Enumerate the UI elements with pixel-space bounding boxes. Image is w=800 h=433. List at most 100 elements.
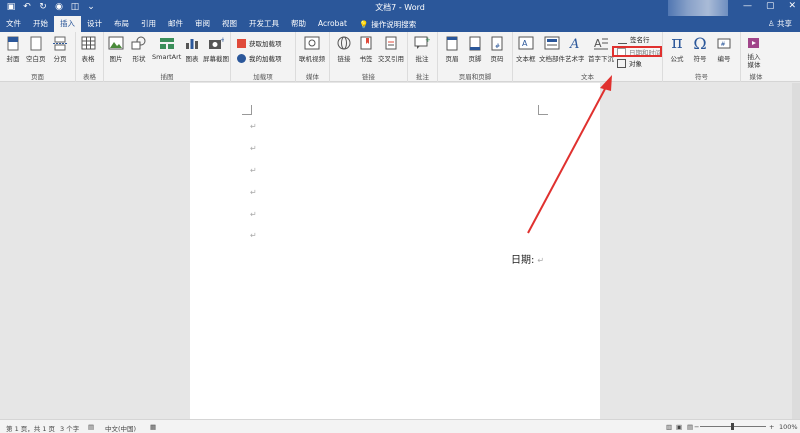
bookmark-button[interactable]: 书签 [358, 35, 374, 63]
page-number-icon: # [489, 35, 505, 51]
tab-help[interactable]: 帮助 [285, 16, 312, 32]
cover-page-icon [5, 35, 21, 51]
lightbulb-icon: 💡 [358, 19, 369, 29]
group-tables: 表格 表格 [76, 32, 104, 82]
pi-icon: π [671, 33, 683, 53]
group-links: 链接 书签 交叉引用 链接 [330, 32, 408, 82]
svg-text:#: # [495, 43, 500, 50]
tab-home[interactable]: 开始 [27, 16, 54, 32]
dropcap-icon: A [593, 35, 609, 51]
account-avatar[interactable] [668, 0, 728, 16]
share-label: 共享 [777, 19, 792, 28]
zoom-in-icon[interactable]: + [769, 423, 774, 431]
chart-button[interactable]: 图表 [184, 35, 200, 63]
object-icon [617, 58, 626, 68]
tab-insert[interactable]: 插入 [54, 16, 81, 32]
group-addins: 获取加载项 我的加载项 加载项 [231, 32, 296, 82]
textbox-icon: A [518, 35, 534, 51]
object-button[interactable]: 对象 [617, 58, 642, 68]
blank-page-icon [28, 35, 44, 51]
wordart-button[interactable]: A 艺术字 [565, 35, 585, 63]
tell-me-search[interactable]: 💡 操作说明搜索 [353, 16, 416, 32]
tab-references[interactable]: 引用 [135, 16, 162, 32]
header-button[interactable]: 页眉 [444, 35, 460, 63]
restore-icon[interactable]: ▢ [766, 1, 775, 11]
cross-reference-button[interactable]: 交叉引用 [378, 35, 404, 63]
document-workspace: ↵ ↵ ↵ ↵ ↵ ↵ 日期: ↵ [0, 83, 800, 419]
ribbon-tabs: 文件 开始 插入 设计 布局 引用 邮件 审阅 视图 开发工具 帮助 Acrob… [0, 16, 800, 32]
paragraph-mark: ↵ [250, 231, 257, 240]
quick-parts-icon [544, 35, 560, 51]
tab-file[interactable]: 文件 [0, 16, 27, 32]
picture-button[interactable]: 图片 [108, 35, 124, 63]
ribbon-insert: 封面 空白页 分页 页面 表格 表格 图片 形状 SmartArt 图表 + 屏… [0, 32, 800, 82]
blank-page-button[interactable]: 空白页 [26, 35, 46, 63]
shapes-button[interactable]: 形状 [131, 35, 147, 63]
addins-icon [237, 53, 246, 63]
word-count[interactable]: 3 个字 [60, 423, 79, 433]
smartart-button[interactable]: SmartArt [152, 35, 181, 61]
web-layout-icon[interactable]: ▤ [687, 423, 693, 431]
person-icon: ♙ [767, 19, 775, 28]
crop-mark-top-right [538, 105, 548, 115]
proofing-icon[interactable]: ▤ [88, 423, 94, 431]
tab-mailings[interactable]: 邮件 [162, 16, 189, 32]
tab-developer[interactable]: 开发工具 [243, 16, 285, 32]
language-indicator[interactable]: 中文(中国) [105, 423, 136, 433]
quick-parts-button[interactable]: 文档部件 [539, 35, 565, 63]
tab-acrobat[interactable]: Acrobat [312, 16, 353, 32]
get-addins-button[interactable]: 获取加载项 [237, 38, 282, 48]
link-button[interactable]: 链接 [336, 35, 352, 63]
table-button[interactable]: 表格 [80, 35, 96, 63]
svg-text:+: + [425, 36, 430, 44]
online-video-button[interactable]: 联机视频 [299, 35, 325, 63]
document-page[interactable]: ↵ ↵ ↵ ↵ ↵ ↵ 日期: ↵ [190, 83, 600, 419]
textbox-button[interactable]: A 文本框 [516, 35, 536, 63]
equation-button[interactable]: π 公式 [669, 33, 685, 63]
svg-text:+: + [220, 36, 224, 44]
store-icon [237, 38, 246, 48]
tab-view[interactable]: 视图 [216, 16, 243, 32]
svg-text:#: # [721, 41, 726, 48]
page-number-button[interactable]: # 页码 [489, 35, 505, 63]
number-icon: # [716, 35, 732, 51]
symbol-button[interactable]: Ω 符号 [692, 33, 708, 64]
print-layout-icon[interactable]: ▣ [676, 423, 682, 431]
screenshot-button[interactable]: + 屏幕截图 [203, 35, 229, 63]
zoom-slider-thumb[interactable] [731, 423, 734, 430]
cross-reference-icon [383, 35, 399, 51]
share-button[interactable]: ♙ 共享 [768, 16, 792, 32]
macro-icon[interactable]: ▦ [150, 423, 156, 431]
table-icon [80, 35, 96, 51]
read-mode-icon[interactable]: ▥ [666, 423, 672, 431]
vertical-scrollbar[interactable] [792, 83, 800, 419]
dropcap-button[interactable]: A 首字下沉 [588, 35, 614, 63]
zoom-out-icon[interactable]: − [694, 423, 699, 431]
smartart-icon [159, 35, 175, 51]
tab-review[interactable]: 审阅 [189, 16, 216, 32]
group-embed-media: 插入媒体 媒体 [741, 32, 771, 82]
embed-media-button[interactable]: 插入媒体 [745, 35, 763, 69]
close-icon[interactable]: ✕ [788, 1, 796, 11]
date-label: 日期: [511, 255, 535, 266]
omega-icon: Ω [693, 33, 707, 53]
minimize-icon[interactable]: — [743, 1, 752, 11]
comment-button[interactable]: + 批注 [414, 35, 430, 63]
page-count[interactable]: 第 1 页，共 1 页 [6, 423, 55, 433]
footer-button[interactable]: 页脚 [467, 35, 483, 63]
page-break-button[interactable]: 分页 [52, 35, 68, 63]
group-text: A 文本框 文档部件 A 艺术字 A 首字下沉 签名行 日期和时间 对象 文本 [513, 32, 663, 82]
zoom-level[interactable]: 100% [779, 423, 798, 431]
paragraph-mark: ↵ [250, 166, 257, 175]
svg-text:A: A [522, 39, 528, 48]
group-pages: 封面 空白页 分页 页面 [0, 32, 76, 82]
tab-layout[interactable]: 布局 [108, 16, 135, 32]
tab-design[interactable]: 设计 [81, 16, 108, 32]
crop-mark-top-left [242, 105, 252, 115]
svg-text:A: A [594, 37, 602, 50]
signature-line-button[interactable]: 签名行 [618, 34, 650, 44]
my-addins-button[interactable]: 我的加载项 [237, 53, 282, 63]
number-button[interactable]: # 编号 [716, 35, 732, 63]
group-header-footer: 页眉 页脚 # 页码 页眉和页脚 [438, 32, 513, 82]
cover-button[interactable]: 封面 [5, 35, 21, 63]
